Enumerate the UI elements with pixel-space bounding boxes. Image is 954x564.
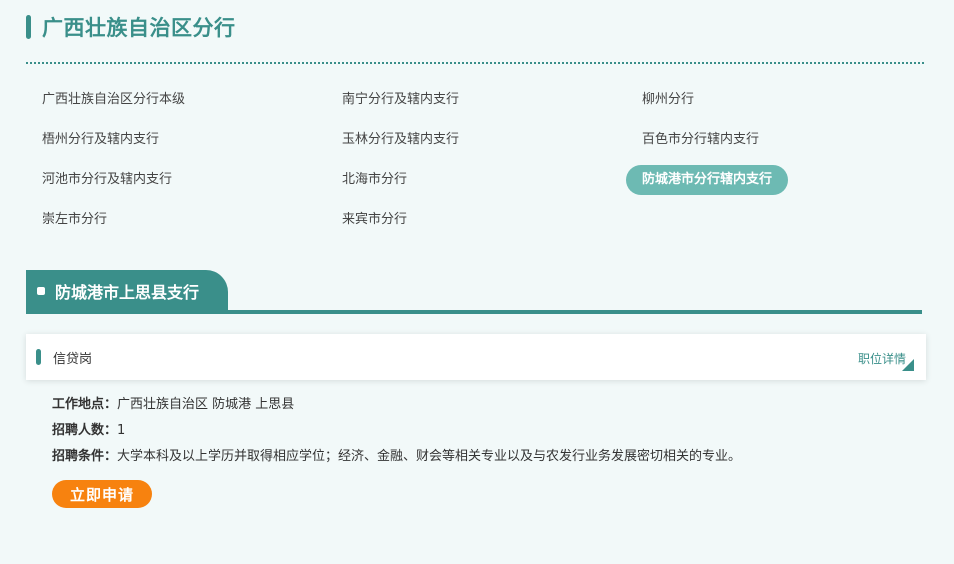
job-detail-link[interactable]: 职位详情 bbox=[858, 350, 906, 367]
region-title: 广西壮族自治区分行 bbox=[42, 16, 236, 40]
branch-item[interactable]: 来宾市分行 bbox=[326, 204, 626, 236]
sub-branch-tab: 防城港市上思县支行 bbox=[26, 270, 228, 312]
branch-item[interactable]: 百色市分行辖内支行 bbox=[626, 124, 926, 156]
corner-triangle-icon bbox=[902, 359, 914, 371]
branch-item-label[interactable]: 广西壮族自治区分行本级 bbox=[26, 85, 201, 115]
region-header: 广西壮族自治区分行 bbox=[26, 12, 236, 42]
branch-item-label[interactable]: 柳州分行 bbox=[626, 85, 710, 115]
location-value: 广西壮族自治区 防城港 上思县 bbox=[117, 397, 295, 412]
location-row: 工作地点：广西壮族自治区 防城港 上思县 bbox=[52, 392, 912, 418]
page: 广西壮族自治区分行 广西壮族自治区分行本级 南宁分行及辖内支行 柳州分行 梧州分… bbox=[0, 0, 954, 564]
branch-item-active[interactable]: 防城港市分行辖内支行 bbox=[626, 164, 926, 196]
branch-item[interactable]: 梧州分行及辖内支行 bbox=[26, 124, 326, 156]
branch-item-label[interactable]: 来宾市分行 bbox=[326, 205, 423, 235]
sub-branch-title: 防城港市上思县支行 bbox=[55, 283, 200, 302]
sub-branch-underline bbox=[26, 310, 922, 314]
job-title: 信贷岗 bbox=[53, 351, 93, 367]
branch-item[interactable]: 河池市分行及辖内支行 bbox=[26, 164, 326, 196]
sub-branch-header: 防城港市上思县支行 bbox=[26, 270, 922, 314]
branch-item[interactable]: 广西壮族自治区分行本级 bbox=[26, 84, 326, 116]
requirements-label: 招聘条件： bbox=[52, 449, 118, 464]
headcount-row: 招聘人数：1 bbox=[52, 418, 912, 444]
branch-item[interactable]: 柳州分行 bbox=[626, 84, 926, 116]
branch-item-label[interactable]: 北海市分行 bbox=[326, 165, 423, 195]
dotted-divider bbox=[26, 62, 924, 64]
region-accent-bar bbox=[26, 15, 31, 39]
location-label: 工作地点： bbox=[52, 397, 118, 412]
apply-button[interactable]: 立即申请 bbox=[52, 480, 152, 508]
branch-item-label[interactable]: 河池市分行及辖内支行 bbox=[26, 165, 188, 195]
branch-item-label[interactable]: 梧州分行及辖内支行 bbox=[26, 125, 175, 155]
job-accent-bar bbox=[36, 349, 41, 365]
square-bullet-icon bbox=[37, 287, 45, 295]
branch-item-label[interactable]: 崇左市分行 bbox=[26, 205, 123, 235]
branch-item[interactable]: 玉林分行及辖内支行 bbox=[326, 124, 626, 156]
headcount-label: 招聘人数： bbox=[52, 423, 118, 438]
requirements-row: 招聘条件：大学本科及以上学历并取得相应学位；经济、金融、财会等相关专业以及与农发… bbox=[52, 444, 912, 470]
job-card[interactable]: 信贷岗 职位详情 bbox=[26, 334, 926, 380]
headcount-value: 1 bbox=[117, 423, 126, 438]
job-info: 工作地点：广西壮族自治区 防城港 上思县 招聘人数：1 招聘条件：大学本科及以上… bbox=[52, 392, 912, 470]
branch-list: 广西壮族自治区分行本级 南宁分行及辖内支行 柳州分行 梧州分行及辖内支行 玉林分… bbox=[26, 84, 926, 244]
branch-item-label[interactable]: 玉林分行及辖内支行 bbox=[326, 125, 475, 155]
branch-item-label[interactable]: 防城港市分行辖内支行 bbox=[626, 165, 789, 195]
branch-item-label[interactable]: 南宁分行及辖内支行 bbox=[326, 85, 475, 115]
branch-item-label[interactable]: 百色市分行辖内支行 bbox=[626, 125, 775, 155]
branch-item[interactable]: 南宁分行及辖内支行 bbox=[326, 84, 626, 116]
requirements-value: 大学本科及以上学历并取得相应学位；经济、金融、财会等相关专业以及与农发行业务发展… bbox=[117, 449, 742, 464]
branch-item[interactable]: 崇左市分行 bbox=[26, 204, 326, 236]
branch-item[interactable]: 北海市分行 bbox=[326, 164, 626, 196]
